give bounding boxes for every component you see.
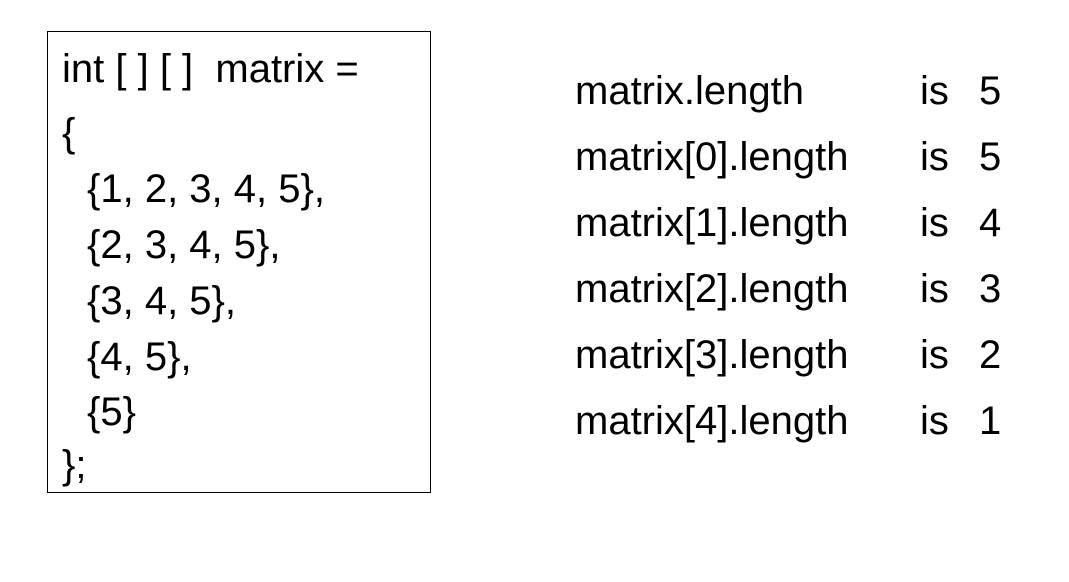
- length-expression: matrix[4].length: [575, 399, 849, 443]
- length-value: 3: [979, 267, 1002, 311]
- code-line-open-brace: {: [62, 111, 76, 155]
- length-is-word: is: [920, 69, 949, 113]
- code-line-row-4: {5}: [87, 390, 136, 434]
- length-expression: matrix[3].length: [575, 333, 849, 377]
- code-line-row-1: {2, 3, 4, 5},: [87, 223, 281, 267]
- length-value: 5: [979, 69, 1002, 113]
- length-expression: matrix[1].length: [575, 201, 849, 245]
- code-line-declaration: int [ ] [ ] matrix =: [62, 47, 359, 91]
- length-is-word: is: [920, 267, 949, 311]
- length-value: 1: [979, 399, 1002, 443]
- length-expression: matrix.length: [575, 69, 804, 113]
- length-expression: matrix[0].length: [575, 135, 849, 179]
- code-line-row-2: {3, 4, 5},: [87, 279, 237, 323]
- length-value: 5: [979, 135, 1002, 179]
- code-box: int [ ] [ ] matrix = { {1, 2, 3, 4, 5}, …: [47, 31, 431, 493]
- length-is-word: is: [920, 333, 949, 377]
- length-value: 4: [979, 201, 1002, 245]
- length-expression: matrix[2].length: [575, 267, 849, 311]
- length-is-word: is: [920, 135, 949, 179]
- length-row-matrix-4: matrix[4].length is 1: [575, 398, 1001, 582]
- length-is-word: is: [920, 399, 949, 443]
- code-line-row-0: {1, 2, 3, 4, 5},: [87, 167, 325, 211]
- length-value: 2: [979, 333, 1002, 377]
- code-line-close-brace: };: [62, 443, 87, 487]
- code-line-row-3: {4, 5},: [87, 335, 192, 379]
- length-is-word: is: [920, 201, 949, 245]
